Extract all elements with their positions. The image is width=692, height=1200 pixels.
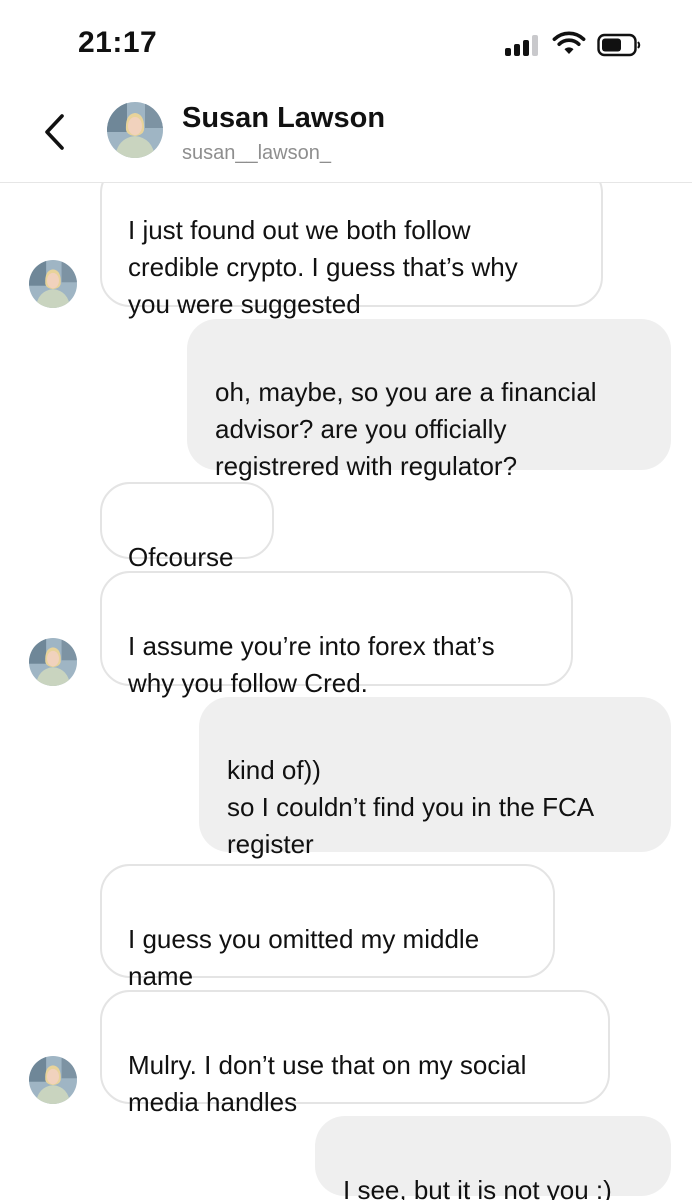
incoming-message[interactable]: Mulry. I don’t use that on my social med… [100,990,610,1117]
wifi-icon [552,31,586,57]
message-text: Ofcourse [128,542,234,572]
status-bar: 21:17 [0,0,692,90]
message-text: Mulry. I don’t use that on my social med… [128,1050,527,1117]
avatar[interactable] [29,260,77,308]
avatar[interactable] [107,102,163,158]
contact-name[interactable]: Susan Lawson [182,102,385,135]
message-text: oh, maybe, so you are a financial adviso… [215,377,597,481]
avatar[interactable] [29,1056,77,1104]
message-thread[interactable]: I just found out we both follow credible… [0,183,692,1200]
message-text: I see, but it is not you :) [343,1175,612,1200]
message-text: kind of)) so I couldn’t find you in the … [227,755,595,859]
message-text: I guess you omitted my middle name [128,924,480,991]
incoming-message[interactable]: I guess you omitted my middle name [100,864,555,991]
conversation-header: Susan Lawson susan__lawson_ [0,90,692,183]
outgoing-message[interactable]: kind of)) so I couldn’t find you in the … [199,697,671,859]
message-text: I just found out we both follow credible… [128,215,518,319]
cellular-signal-icon [505,34,543,56]
incoming-message[interactable]: Ofcourse [100,482,274,572]
message-text: I assume you’re into forex that’s why yo… [128,631,495,698]
avatar[interactable] [29,638,77,686]
status-time: 21:17 [78,26,158,59]
battery-icon [597,33,641,57]
outgoing-message[interactable]: I see, but it is not you :) [315,1116,671,1200]
outgoing-message[interactable]: oh, maybe, so you are a financial adviso… [187,319,671,481]
chevron-left-icon [45,114,64,150]
contact-handle: susan__lawson_ [182,142,331,164]
incoming-message[interactable]: I assume you’re into forex that’s why yo… [100,571,573,698]
incoming-message[interactable]: I just found out we both follow credible… [100,183,603,319]
back-button[interactable] [36,110,76,154]
